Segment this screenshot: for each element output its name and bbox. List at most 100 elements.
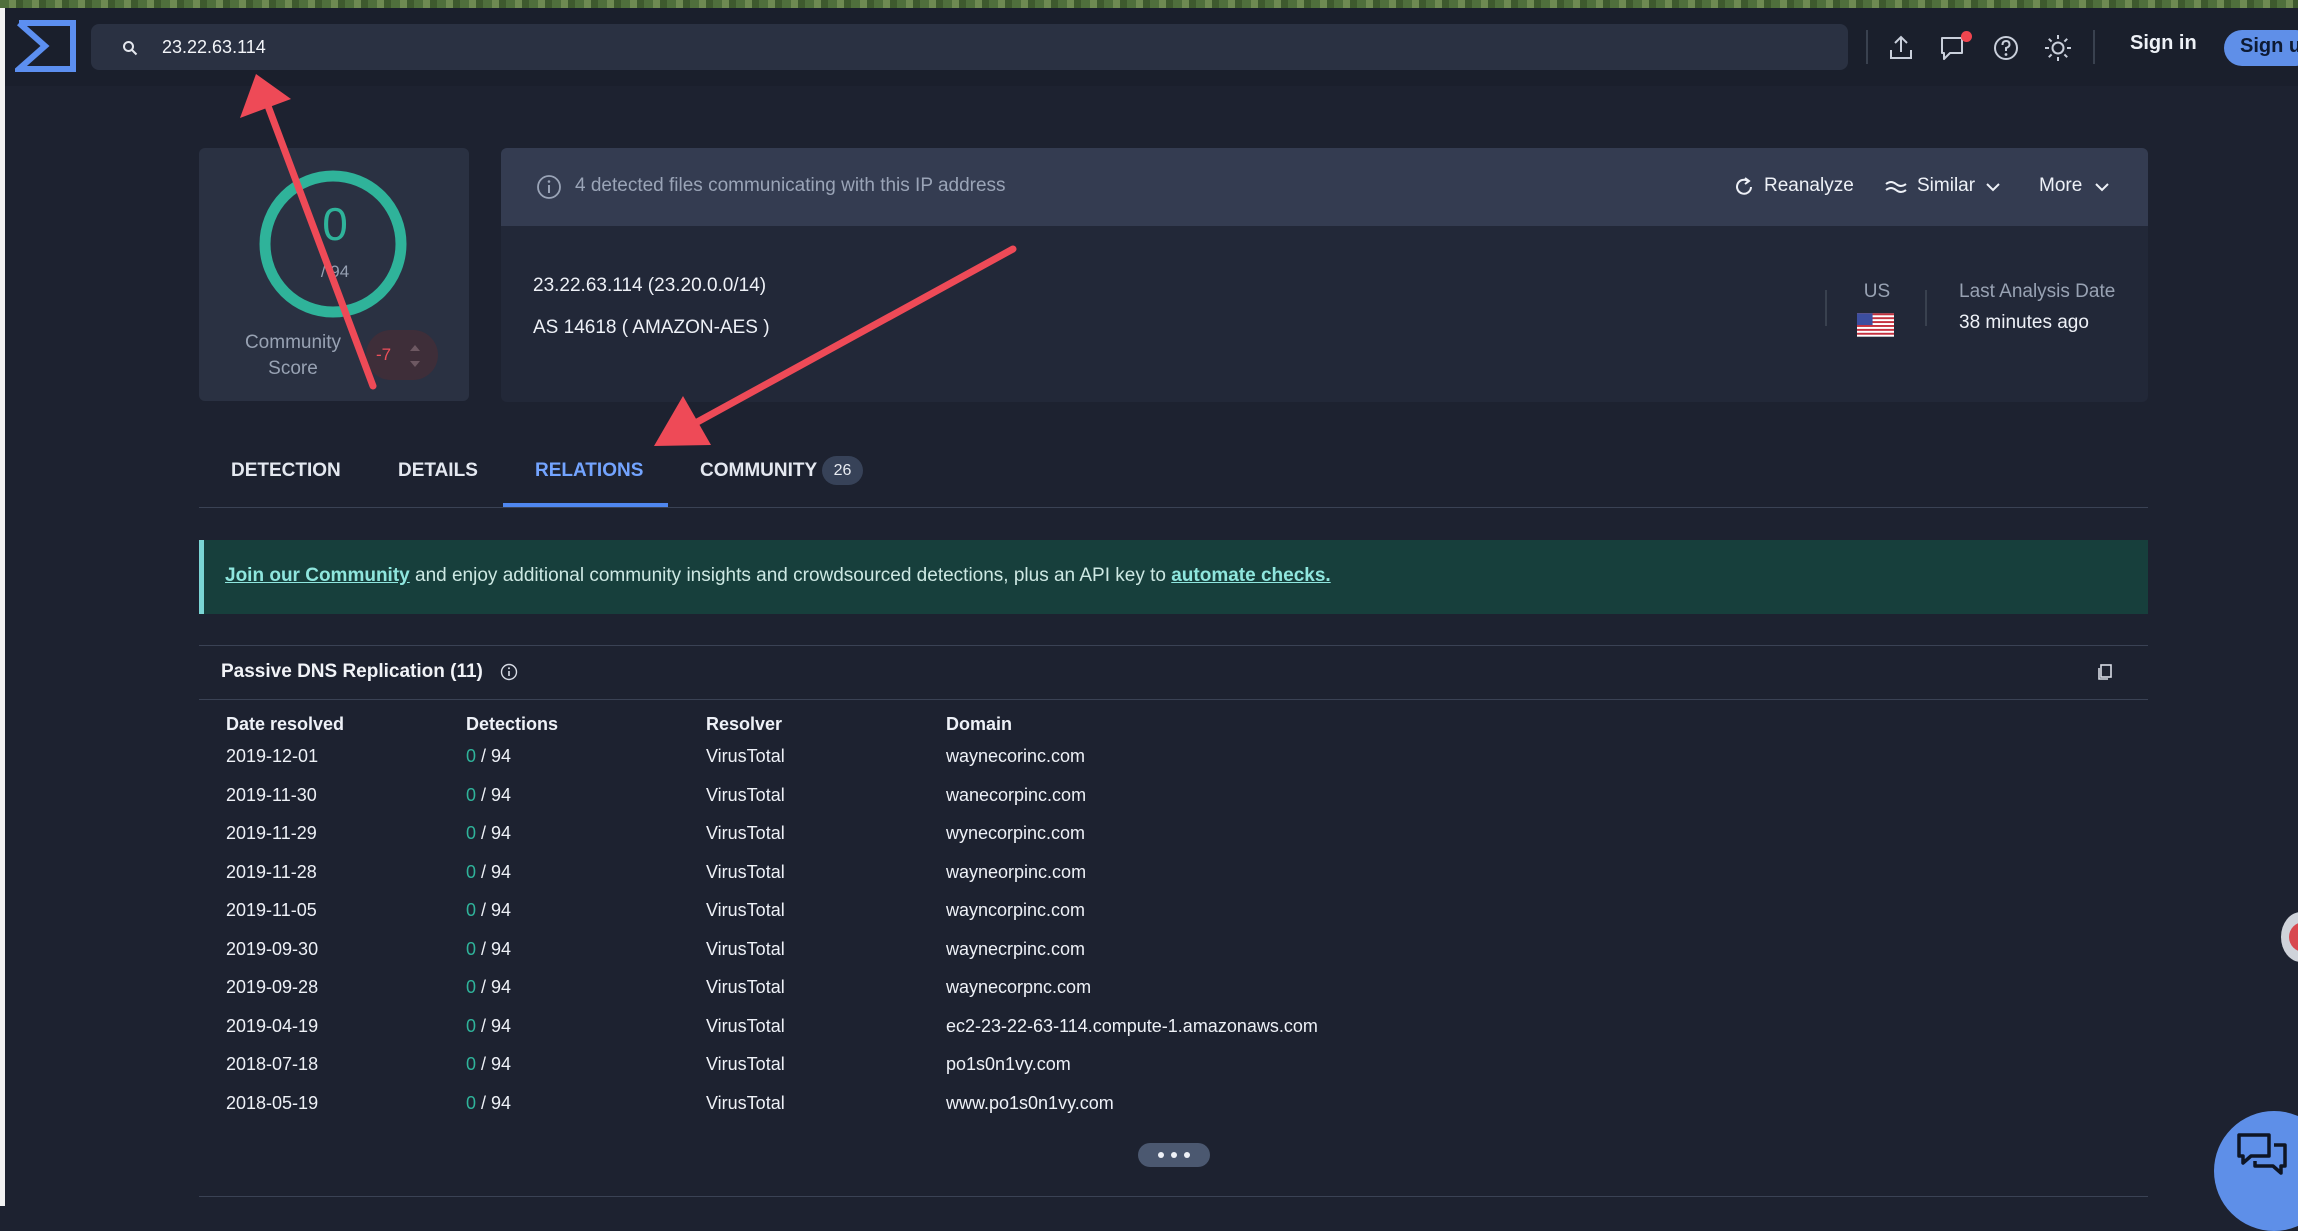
active-tab-indicator <box>503 503 668 507</box>
detections-total: / 94 <box>481 1054 512 1074</box>
divider <box>1825 290 1827 326</box>
chat-bubbles-icon <box>2237 1133 2287 1175</box>
detections-cell: 0 / 94 <box>466 746 511 767</box>
last-analysis-label: Last Analysis Date <box>1959 281 2116 302</box>
domain-cell[interactable]: www.po1s0n1vy.com <box>946 1093 1114 1114</box>
detections-count: 0 <box>466 900 477 920</box>
section-divider <box>199 1196 2148 1197</box>
info-icon <box>537 175 561 199</box>
date-cell: 2019-11-28 <box>226 862 317 882</box>
sign-in-link[interactable]: Sign in <box>2130 32 2197 55</box>
copy-icon[interactable] <box>2095 662 2115 682</box>
resolver-cell: VirusTotal <box>706 862 785 882</box>
community-count-badge: 26 <box>822 456 863 485</box>
domain-cell[interactable]: waynecrpinc.com <box>946 939 1085 960</box>
detections-count: 0 <box>466 823 477 843</box>
detections-total: / 94 <box>481 823 512 843</box>
country-code: US <box>1863 281 1891 302</box>
tab-detection[interactable]: DETECTION <box>231 460 341 482</box>
tabs-divider <box>199 507 2148 508</box>
detections-total: / 94 <box>481 862 512 882</box>
divider <box>1925 290 1927 326</box>
detections-cell: 0 / 94 <box>466 1054 511 1075</box>
resolver-cell: VirusTotal <box>706 1093 785 1113</box>
join-community-link[interactable]: Join our Community <box>225 565 410 586</box>
column-header-detections: Detections <box>466 714 559 734</box>
detections-count: 0 <box>466 977 477 997</box>
domain-cell[interactable]: wanecorpinc.com <box>946 785 1086 806</box>
virustotal-logo[interactable] <box>15 19 77 73</box>
detections-total: / 94 <box>481 1016 512 1036</box>
detected-files-notice[interactable]: 4 detected files communicating with this… <box>575 175 1006 197</box>
column-header-date: Date resolved <box>226 714 345 734</box>
domain-cell[interactable]: wayncorpinc.com <box>946 900 1085 921</box>
detections-total: / 94 <box>481 785 512 805</box>
domain-cell[interactable]: po1s0n1vy.com <box>946 1054 1071 1075</box>
domain-cell[interactable]: ec2-23-22-63-114.compute-1.amazonaws.com <box>946 1016 1318 1037</box>
passive-dns-title: Passive DNS Replication (11) <box>221 661 483 682</box>
sun-icon[interactable] <box>2043 33 2073 63</box>
detections-count: 0 <box>466 1016 477 1036</box>
domain-cell[interactable]: waynecorpnc.com <box>946 977 1091 998</box>
automate-checks-link[interactable]: automate checks. <box>1171 565 1330 586</box>
domain-cell[interactable]: wayneorpinc.com <box>946 862 1086 883</box>
tab-community[interactable]: COMMUNITY <box>700 460 817 482</box>
info-icon[interactable] <box>500 663 518 681</box>
date-cell: 2019-11-05 <box>226 900 317 920</box>
similar-icon[interactable] <box>1885 176 1907 198</box>
detections-total: / 94 <box>481 939 512 959</box>
help-icon[interactable] <box>1991 33 2021 63</box>
detections-count: 0 <box>466 862 477 882</box>
detection-count: 0 <box>322 198 348 250</box>
similar-button[interactable]: Similar <box>1917 175 1975 197</box>
detections-total: / 94 <box>481 977 512 997</box>
search-icon <box>123 41 138 56</box>
date-cell: 2019-09-28 <box>226 977 319 997</box>
engine-total: / 94 <box>320 262 350 281</box>
upload-icon[interactable] <box>1886 33 1916 63</box>
domain-cell[interactable]: waynecorinc.com <box>946 746 1085 767</box>
date-cell: 2019-09-30 <box>226 939 319 959</box>
date-cell: 2019-12-01 <box>226 746 319 766</box>
detections-cell: 0 / 94 <box>466 977 511 998</box>
detections-cell: 0 / 94 <box>466 939 511 960</box>
ip-network: 23.22.63.114 (23.20.0.0/14) <box>533 275 767 296</box>
domain-cell[interactable]: wynecorpinc.com <box>946 823 1085 844</box>
detections-count: 0 <box>466 785 477 805</box>
date-cell: 2018-05-19 <box>226 1093 319 1113</box>
column-header-resolver: Resolver <box>706 714 783 734</box>
more-button[interactable]: More <box>2039 175 2082 197</box>
tab-details[interactable]: DETAILS <box>398 460 478 482</box>
community-banner-text: Join our Community and enjoy additional … <box>225 565 1331 587</box>
date-cell: 2018-07-18 <box>226 1054 319 1074</box>
detections-cell: 0 / 94 <box>466 823 511 844</box>
community-score-label: Community Score <box>244 332 342 379</box>
resolver-cell: VirusTotal <box>706 939 785 959</box>
chevron-down-icon[interactable] <box>2094 181 2110 193</box>
detections-total: / 94 <box>481 746 512 766</box>
detections-count: 0 <box>466 746 477 766</box>
detections-total: / 94 <box>481 900 512 920</box>
chevron-down-icon[interactable] <box>1985 181 2001 193</box>
tab-relations[interactable]: RELATIONS <box>535 460 643 482</box>
notification-dot <box>1961 31 1972 42</box>
section-divider <box>199 645 2148 646</box>
detections-cell: 0 / 94 <box>466 900 511 921</box>
resolver-cell: VirusTotal <box>706 977 785 997</box>
vote-arrows-icon[interactable] <box>409 339 421 373</box>
sign-up-button[interactable]: Sign up <box>2224 30 2298 66</box>
refresh-icon[interactable] <box>1733 176 1755 198</box>
detections-cell: 0 / 94 <box>466 785 511 806</box>
decorative-strip <box>0 0 2298 8</box>
date-cell: 2019-11-30 <box>226 785 317 805</box>
search-input[interactable] <box>160 27 1810 67</box>
autonomous-system: AS 14618 ( AMAZON-AES ) <box>533 317 770 338</box>
detections-total: / 94 <box>481 1093 512 1113</box>
detections-cell: 0 / 94 <box>466 1093 511 1114</box>
section-divider <box>199 699 2148 700</box>
load-more-button[interactable] <box>1138 1143 1210 1167</box>
detections-count: 0 <box>466 939 477 959</box>
detections-count: 0 <box>466 1054 477 1074</box>
resolver-cell: VirusTotal <box>706 785 785 805</box>
reanalyze-button[interactable]: Reanalyze <box>1764 175 1854 197</box>
